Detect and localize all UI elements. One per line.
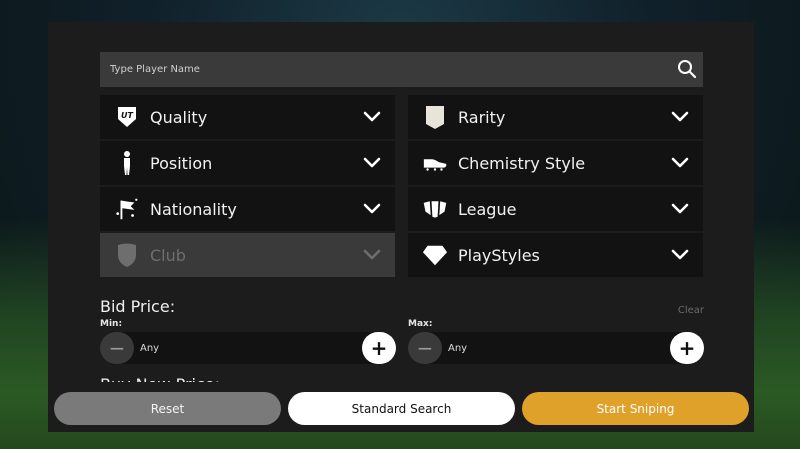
league-icon [422, 196, 448, 222]
filter-club: Club [100, 233, 395, 277]
filter-label: Club [150, 245, 186, 265]
club-crest-icon [114, 242, 140, 268]
chevron-down-icon [671, 247, 689, 261]
standard-search-button[interactable]: Standard Search [288, 392, 515, 425]
filter-label: Quality [150, 107, 208, 127]
filter-playstyles[interactable]: PlayStyles [408, 233, 703, 277]
filter-league[interactable]: League [408, 187, 703, 231]
search-panel: UT Quality Position Nationality Club [48, 22, 754, 432]
reset-button[interactable]: Reset [54, 392, 281, 425]
filter-label: Nationality [150, 199, 237, 219]
chevron-down-icon [363, 109, 381, 123]
player-figure-icon [114, 150, 140, 176]
chevron-down-icon [363, 247, 381, 261]
bid-min-increment-button[interactable]: + [362, 332, 396, 364]
chevron-down-icon [671, 201, 689, 215]
filter-chemistry-style[interactable]: Chemistry Style [408, 141, 703, 185]
bid-max-decrement-button[interactable]: − [408, 332, 442, 364]
player-name-input[interactable] [108, 63, 703, 76]
filter-label: Chemistry Style [458, 153, 586, 173]
clear-link[interactable]: Clear [678, 305, 704, 316]
bid-price-title: Bid Price: [100, 297, 176, 316]
bid-max-increment-button[interactable]: + [670, 332, 704, 364]
chevron-down-icon [671, 109, 689, 123]
filter-label: League [458, 199, 517, 219]
chevron-down-icon [671, 155, 689, 169]
search-icon[interactable] [677, 59, 697, 79]
bid-min-decrement-button[interactable]: − [100, 332, 134, 364]
boot-icon [422, 150, 448, 176]
max-label: Max: [408, 319, 433, 329]
svg-text:UT: UT [121, 111, 133, 120]
filter-nationality[interactable]: Nationality [100, 187, 395, 231]
min-label: Min: [100, 319, 123, 329]
filter-rarity[interactable]: Rarity [408, 95, 703, 139]
chevron-down-icon [363, 201, 381, 215]
ut-badge-icon: UT [114, 104, 140, 130]
filter-quality[interactable]: UT Quality [100, 95, 395, 139]
chevron-down-icon [363, 155, 381, 169]
filter-label: Rarity [458, 107, 506, 127]
bid-min-value[interactable]: Any [140, 343, 362, 354]
card-icon [422, 104, 448, 130]
flags-icon [114, 196, 140, 222]
filter-label: PlayStyles [458, 245, 540, 265]
bid-max-stepper: − Any + [408, 332, 704, 364]
player-search-bar[interactable] [100, 52, 703, 87]
bid-max-value[interactable]: Any [448, 343, 670, 354]
filter-label: Position [150, 153, 213, 173]
diamond-icon [422, 242, 448, 268]
bid-min-stepper: − Any + [100, 332, 396, 364]
start-sniping-button[interactable]: Start Sniping [522, 392, 749, 425]
filter-position[interactable]: Position [100, 141, 395, 185]
